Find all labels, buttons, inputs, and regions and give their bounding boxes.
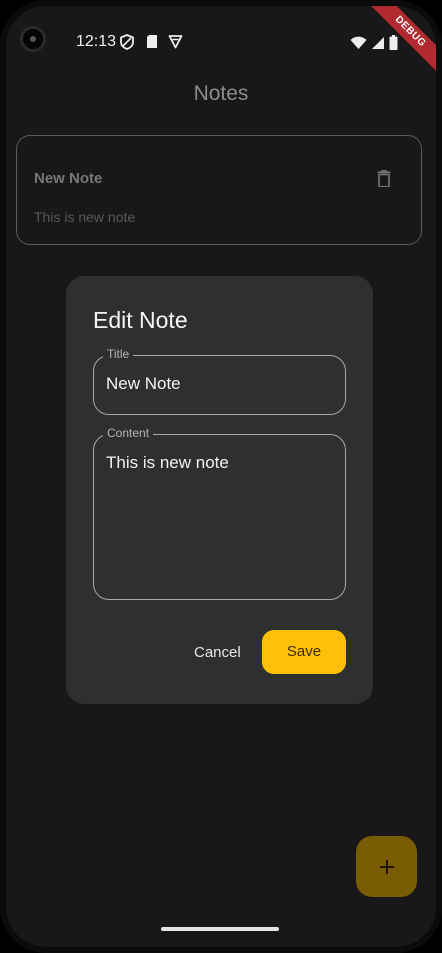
delete-icon[interactable] [377,169,391,187]
cancel-button[interactable]: Cancel [194,644,241,661]
front-camera [20,26,46,52]
title-field[interactable]: Title New Note [93,347,346,415]
status-right-icons [350,35,398,50]
status-bar: 12:13 [6,6,436,82]
note-content: This is new note [34,209,136,225]
note-title: New Note [34,170,103,187]
sd-card-icon [147,35,157,48]
page-title: Notes [193,82,249,105]
shield-icon [120,34,134,50]
content-field[interactable]: Content This is new note [93,426,346,600]
wifi-icon [350,36,367,49]
app-screen: 12:13 DEBUG Notes New Note This is new n… [6,6,436,947]
plus-icon [379,859,394,874]
save-button[interactable]: Save [262,630,346,674]
title-field-label: Title [103,347,134,361]
phone-frame: 12:13 DEBUG Notes New Note This is new n… [0,0,442,953]
status-time: 12:13 [76,33,117,50]
edit-note-dialog: Edit Note Title New Note Content This is… [66,276,373,704]
signal-icon [372,36,384,49]
home-indicator[interactable] [161,927,279,931]
dialog-title: Edit Note [93,307,188,333]
content-field-label: Content [103,426,154,440]
content-field-value[interactable]: This is new note [106,453,229,473]
title-field-value[interactable]: New Note [106,374,181,394]
add-note-button[interactable] [356,836,417,897]
vpn-icon [168,35,183,49]
battery-icon [389,35,398,50]
note-card[interactable]: New Note This is new note [16,135,422,245]
